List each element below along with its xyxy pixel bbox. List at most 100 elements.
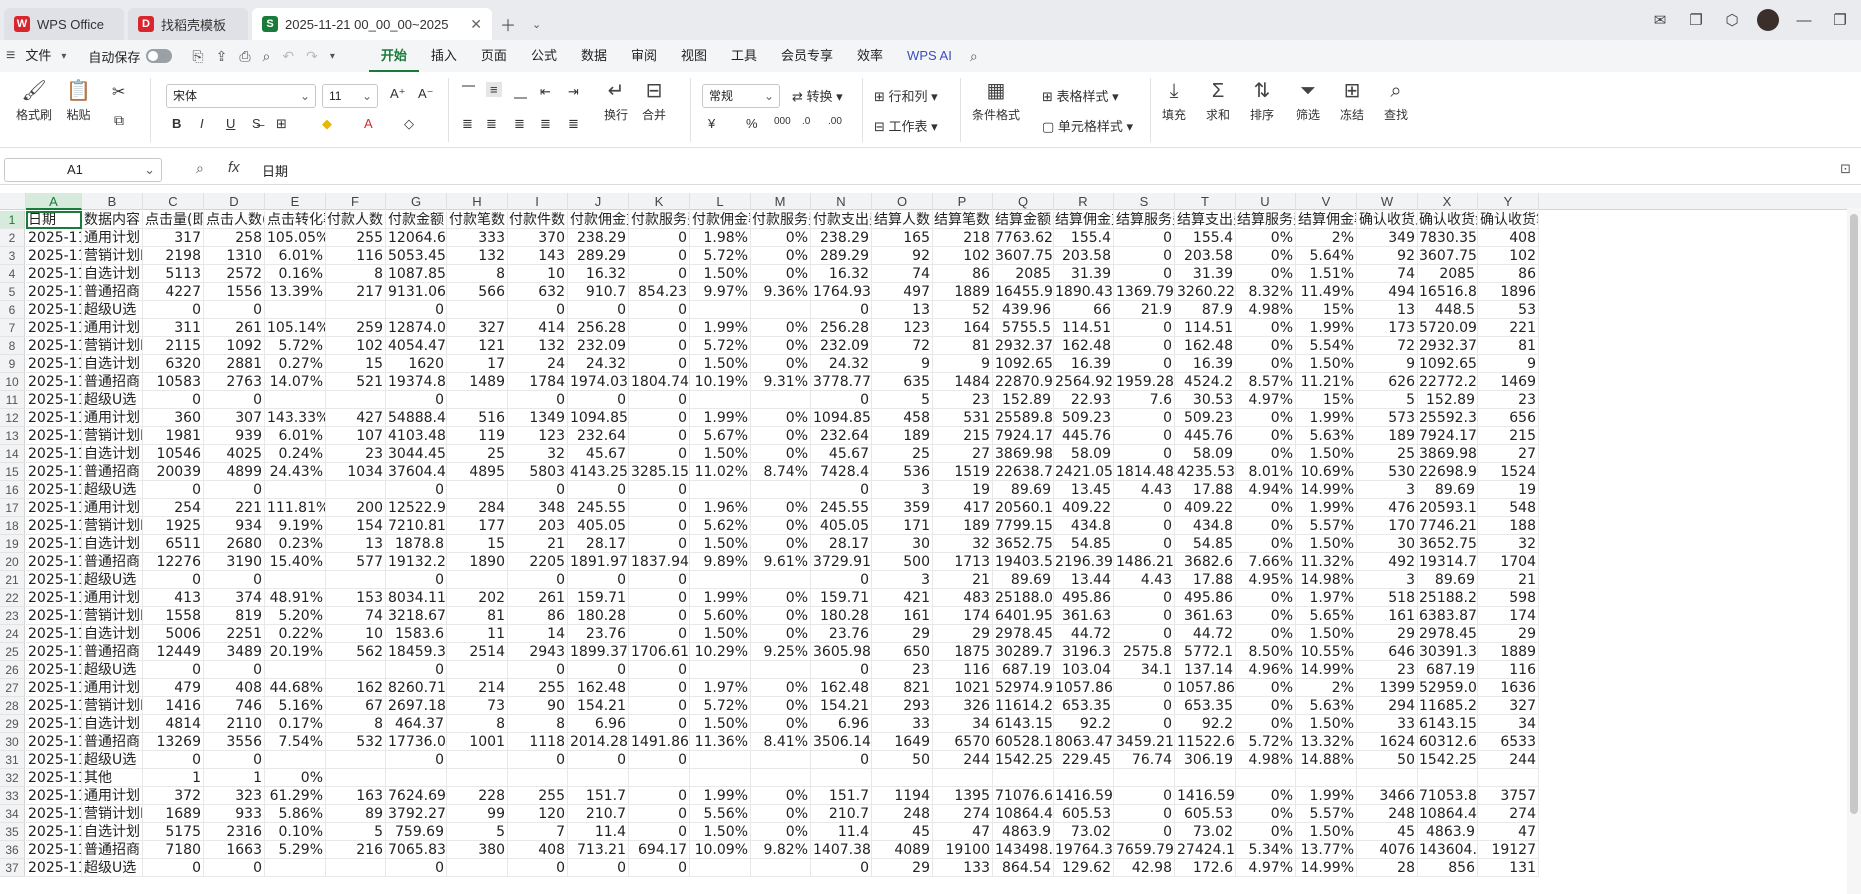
menu-page[interactable]: 页面 (469, 40, 519, 72)
table-cell[interactable] (265, 751, 326, 769)
table-cell[interactable]: 1624 (1357, 733, 1418, 751)
table-cell[interactable]: 854.23 (629, 283, 690, 301)
table-cell[interactable]: 215 (932, 427, 993, 445)
table-cell[interactable]: 238.29 (568, 229, 629, 247)
table-cell[interactable]: 0 (1114, 787, 1175, 805)
table-cell[interactable]: 0% (750, 625, 811, 643)
table-cell[interactable] (265, 661, 326, 679)
table-cell[interactable]: 910.7 (568, 283, 629, 301)
table-cell[interactable]: 19374.88 (386, 373, 447, 391)
table-cell[interactable]: 1416.59 (1175, 787, 1236, 805)
table-cell[interactable]: 653.35 (1175, 697, 1236, 715)
table-cell[interactable]: 2763 (204, 373, 265, 391)
table-cell[interactable]: 10864.47 (993, 805, 1054, 823)
table-cell[interactable]: 289.29 (568, 247, 629, 265)
table-cell[interactable]: 普通招商 (82, 553, 143, 571)
table-cell[interactable]: 255 (325, 229, 386, 247)
table-cell[interactable]: 5 (447, 823, 508, 841)
table-cell[interactable]: 1484 (932, 373, 993, 391)
table-cell[interactable] (325, 571, 386, 589)
table-cell[interactable]: 162 (325, 679, 386, 697)
table-cell[interactable]: 25188.2 (1417, 589, 1478, 607)
table-cell[interactable]: 0 (811, 391, 872, 409)
table-cell[interactable]: 1416 (143, 697, 204, 715)
table-cell[interactable]: 2881 (204, 355, 265, 373)
table-style-button[interactable]: ⊞ 表格样式 ▾ (1042, 86, 1119, 105)
table-cell[interactable]: 2025-11-21 (26, 571, 82, 589)
table-cell[interactable]: 12449 (143, 643, 204, 661)
column-header-S[interactable]: S (1114, 193, 1175, 210)
table-cell[interactable]: 0 (386, 859, 447, 877)
copy-icon[interactable]: ⧉ (114, 112, 124, 129)
table-cell[interactable]: 7210.81 (386, 517, 447, 535)
table-cell[interactable]: 111.81% (265, 499, 326, 517)
table-cell[interactable]: 31.39 (1175, 265, 1236, 283)
table-cell[interactable]: 21.9 (1114, 301, 1175, 319)
table-cell[interactable]: 2025-11-21 (26, 517, 82, 535)
table-cell[interactable]: 4524.2 (1175, 373, 1236, 391)
table-cell[interactable]: 521 (325, 373, 386, 391)
fill-button[interactable]: ⤓ 填充 (1162, 76, 1186, 123)
table-cell[interactable]: 2025-11-21 (26, 715, 82, 733)
table-cell[interactable]: 7.54% (265, 733, 326, 751)
worksheet-button[interactable]: ⊟ 工作表 ▾ (874, 116, 938, 135)
table-cell[interactable]: 102 (325, 337, 386, 355)
table-cell[interactable]: 408 (1478, 229, 1539, 247)
table-cell[interactable]: 1889 (932, 283, 993, 301)
table-cell[interactable]: 311 (143, 319, 204, 337)
header-cell[interactable]: 付款支出费 (811, 211, 872, 229)
table-cell[interactable]: 5 (872, 391, 933, 409)
table-cell[interactable]: 154.21 (568, 697, 629, 715)
table-cell[interactable]: 0% (750, 319, 811, 337)
table-cell[interactable]: 154 (325, 517, 386, 535)
table-cell[interactable] (447, 769, 508, 787)
table-cell[interactable]: 2025-11-21 (26, 355, 82, 373)
table-cell[interactable]: 13.32% (1296, 733, 1357, 751)
table-cell[interactable]: 60312.67 (1417, 733, 1478, 751)
table-cell[interactable]: 4089 (872, 841, 933, 859)
table-cell[interactable] (1478, 769, 1539, 787)
table-cell[interactable]: 0 (629, 787, 690, 805)
table-cell[interactable]: 819 (204, 607, 265, 625)
header-cell[interactable]: 结算佣金率 (1296, 211, 1357, 229)
table-cell[interactable]: 229.45 (1053, 751, 1114, 769)
number-format-select[interactable]: 常规 ⌄ (702, 84, 780, 108)
table-cell[interactable]: 635 (872, 373, 933, 391)
table-cell[interactable]: 54888.47 (386, 409, 447, 427)
table-cell[interactable]: 165 (872, 229, 933, 247)
table-cell[interactable]: 1896 (1478, 283, 1539, 301)
table-cell[interactable]: 3260.22 (1175, 283, 1236, 301)
table-cell[interactable]: 248 (872, 805, 933, 823)
table-cell[interactable]: 0 (629, 715, 690, 733)
table-cell[interactable]: 479 (143, 679, 204, 697)
table-cell[interactable]: 573 (1357, 409, 1418, 427)
row-header[interactable]: 19 (0, 535, 25, 553)
table-cell[interactable]: 73.02 (1175, 823, 1236, 841)
table-cell[interactable]: 1.51% (1296, 265, 1357, 283)
table-cell[interactable]: 通用计划 (82, 499, 143, 517)
table-cell[interactable]: 33 (1357, 715, 1418, 733)
table-cell[interactable]: 92.2 (1053, 715, 1114, 733)
table-cell[interactable]: 5.67% (690, 427, 751, 445)
table-cell[interactable]: 598 (1478, 589, 1539, 607)
table-cell[interactable]: 13 (872, 301, 933, 319)
table-cell[interactable]: 16.32 (811, 265, 872, 283)
table-cell[interactable]: 0.10% (265, 823, 326, 841)
table-cell[interactable]: 566 (447, 283, 508, 301)
table-cell[interactable]: 19764.32 (1053, 841, 1114, 859)
header-cell[interactable]: 结算支出费 (1175, 211, 1236, 229)
table-cell[interactable]: 22870.93 (993, 373, 1054, 391)
table-cell[interactable]: 普通招商 (82, 841, 143, 859)
table-cell[interactable]: 13.77% (1296, 841, 1357, 859)
font-color-icon[interactable]: A (364, 116, 373, 131)
table-cell[interactable]: 25 (872, 445, 933, 463)
select-all-corner[interactable] (0, 193, 26, 210)
table-cell[interactable]: 5.54% (1296, 337, 1357, 355)
table-cell[interactable]: 30289.71 (993, 643, 1054, 661)
table-cell[interactable]: 189 (1357, 427, 1418, 445)
table-cell[interactable] (690, 859, 751, 877)
table-cell[interactable]: 0% (1235, 319, 1296, 337)
table-cell[interactable]: 16516.88 (1417, 283, 1478, 301)
table-cell[interactable]: 3869.98 (1417, 445, 1478, 463)
table-cell[interactable]: 210.7 (811, 805, 872, 823)
